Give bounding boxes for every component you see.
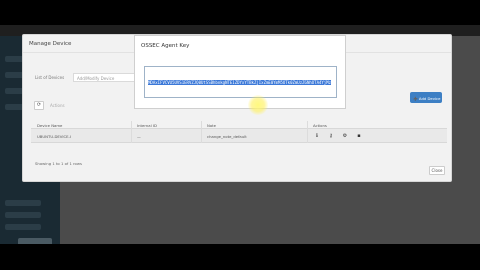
refresh-icon[interactable]: ⟳	[34, 101, 44, 110]
device-name-cell: UBUNTU-DEVICE-I	[37, 134, 72, 139]
popup-title: OSSEC Agent Key	[141, 43, 190, 49]
device-tab[interactable]: Add/Modify Device	[73, 73, 135, 82]
info-icon[interactable]: ℹ	[313, 132, 321, 140]
close-button[interactable]: Close	[429, 166, 445, 175]
sidebar-button[interactable]	[18, 238, 52, 244]
internal-id-cell: —	[137, 134, 141, 139]
column-header[interactable]: Note	[207, 123, 216, 128]
column-header[interactable]: Device Name	[37, 123, 62, 128]
sidebar-item[interactable]	[5, 212, 41, 218]
table-row[interactable]: UBUNTU-DEVICE-I — change_note_default ℹ …	[31, 129, 447, 143]
pagination-info: Showing 1 to 1 of 1 rows	[35, 161, 82, 166]
gear-icon[interactable]: ⚙	[341, 132, 349, 140]
column-divider	[201, 121, 202, 143]
trash-icon[interactable]: ▪	[355, 132, 363, 140]
add-device-button[interactable]: ➕ Add Device	[410, 92, 442, 103]
device-table: Device Name Internal ID Note Actions UBU…	[31, 121, 447, 143]
agent-key-text[interactable]: MDAxIFVCVU5UVS1ERVZJQ0UtSSBhbnkgNTE1ZDYx…	[148, 80, 332, 97]
key-icon[interactable]: ⚷	[327, 132, 335, 140]
screen-recording: Manage Device List of Devices Add/Modify…	[0, 25, 480, 244]
column-divider	[307, 121, 308, 143]
mouse-cursor-highlight	[248, 95, 268, 115]
agent-key-textarea[interactable]: MDAxIFVCVU5UVS1ERVZJQ0UtSSBhbnkgNTE1ZDYx…	[144, 66, 337, 98]
table-header: Device Name Internal ID Note Actions	[31, 121, 447, 129]
column-divider	[131, 121, 132, 143]
agent-key-popup: OSSEC Agent Key MDAxIFVCVU5UVS1ERVZJQ0Ut…	[134, 35, 346, 109]
sidebar-item[interactable]	[5, 224, 41, 230]
column-header[interactable]: Internal ID	[137, 123, 157, 128]
sidebar-item[interactable]	[5, 200, 41, 206]
modal-title: Manage Device	[29, 41, 72, 47]
note-cell: change_note_default	[207, 134, 247, 139]
list-of-devices-label: List of Devices	[35, 75, 65, 80]
bulk-actions-label[interactable]: Actions	[50, 103, 65, 108]
column-header: Actions	[313, 122, 327, 128]
